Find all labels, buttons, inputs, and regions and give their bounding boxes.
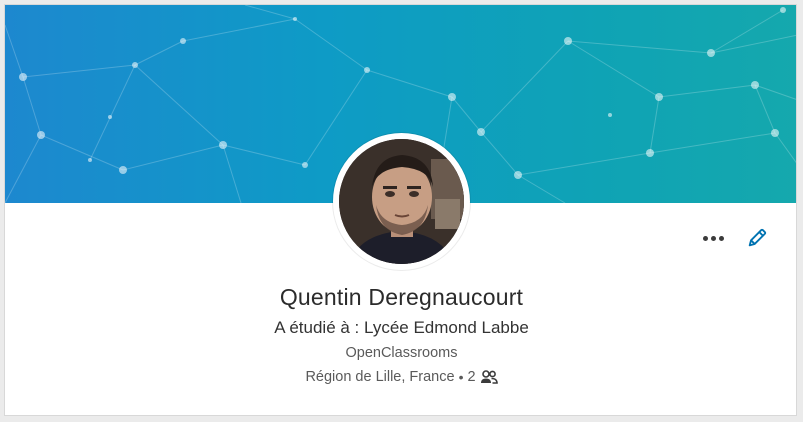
profile-location: Région de Lille, France — [305, 369, 455, 385]
profile-headline: A étudié à : Lycée Edmond Labbe — [274, 318, 529, 337]
avatar-frame[interactable] — [333, 133, 470, 270]
people-icon[interactable] — [480, 370, 498, 384]
profile-photo — [339, 139, 464, 264]
profile-actions — [703, 227, 768, 249]
connections-count[interactable]: 2 — [467, 369, 475, 385]
more-horizontal-icon[interactable] — [703, 235, 724, 241]
profile-company[interactable]: OpenClassrooms — [5, 345, 796, 361]
profile-card: Quentin Deregnaucourt A étudié à : Lycée… — [4, 4, 797, 416]
pencil-icon[interactable] — [746, 227, 768, 249]
profile-name: Quentin Deregnaucourt — [279, 284, 524, 310]
separator-dot: • — [458, 369, 464, 385]
location-line: Région de Lille, France • 2 — [5, 369, 796, 385]
avatar[interactable] — [339, 139, 464, 264]
